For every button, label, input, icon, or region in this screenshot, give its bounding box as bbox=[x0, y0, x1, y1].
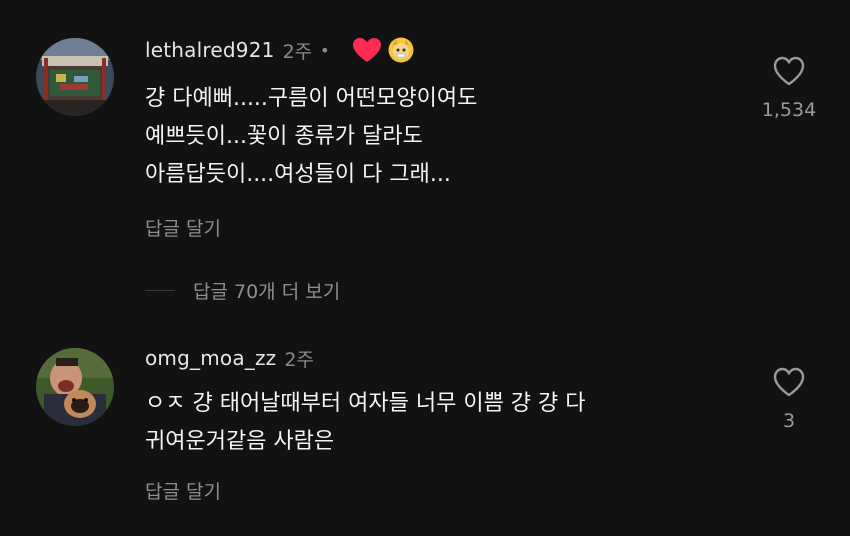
comment-text: ㅇㅈ 걍 태어날때부터 여자들 너무 이쁨 걍 걍 다 귀여운거같음 사람은 bbox=[145, 385, 586, 461]
heart-outline-icon[interactable] bbox=[772, 55, 806, 87]
username[interactable]: omg_moa_zz bbox=[145, 346, 276, 370]
comment-line: 걍 다예뻐.....구름이 어떤모양이여도 bbox=[145, 86, 478, 111]
comment-line: 귀여운거같음 사람은 bbox=[145, 429, 335, 454]
username[interactable]: lethalred921 bbox=[145, 38, 275, 62]
reply-button[interactable]: 답글 달기 bbox=[145, 477, 221, 504]
comment-line: 아름답듯이....여성들이 다 그래... bbox=[145, 162, 451, 187]
comment-item: omg_moa_zz 2주 ㅇㅈ 걍 태어날때부터 여자들 너무 이쁨 걍 걍 … bbox=[0, 330, 850, 536]
like-column: 1,534 bbox=[752, 55, 826, 121]
separator-dot: • bbox=[320, 40, 330, 60]
avatar[interactable] bbox=[36, 348, 114, 426]
comment-text: 걍 다예뻐.....구름이 어떤모양이여도 예쁘듯이...꽃이 종류가 달라도 … bbox=[145, 80, 477, 194]
comment-header: omg_moa_zz 2주 bbox=[145, 343, 314, 373]
avatar-image bbox=[36, 348, 114, 426]
comment-line: ㅇㅈ 걍 태어날때부터 여자들 너무 이쁨 걍 걍 다 bbox=[145, 391, 586, 416]
like-count: 1,534 bbox=[761, 99, 817, 121]
comment-line: 예쁘듯이...꽃이 종류가 달라도 bbox=[145, 124, 423, 149]
avatar[interactable] bbox=[36, 38, 114, 116]
timestamp: 2주 bbox=[282, 40, 313, 63]
divider bbox=[145, 290, 175, 291]
view-replies-label: 답글 70개 더 보기 bbox=[193, 281, 341, 303]
comment-header: lethalred921 2주 • bbox=[145, 35, 414, 65]
heart-outline-icon[interactable] bbox=[772, 366, 806, 398]
avatar-image bbox=[36, 38, 114, 116]
creator-avatar-badge bbox=[388, 37, 414, 63]
like-column: 3 bbox=[752, 366, 826, 432]
like-count: 3 bbox=[782, 410, 796, 432]
timestamp: 2주 bbox=[284, 348, 314, 371]
heart-filled-icon bbox=[352, 38, 381, 62]
reply-button[interactable]: 답글 달기 bbox=[145, 214, 221, 241]
comment-item: lethalred921 2주 • 걍 다예뻐.....구름이 어떤모양이여도 … bbox=[0, 0, 850, 303]
view-replies-button[interactable]: 답글 70개 더 보기 bbox=[145, 277, 340, 304]
